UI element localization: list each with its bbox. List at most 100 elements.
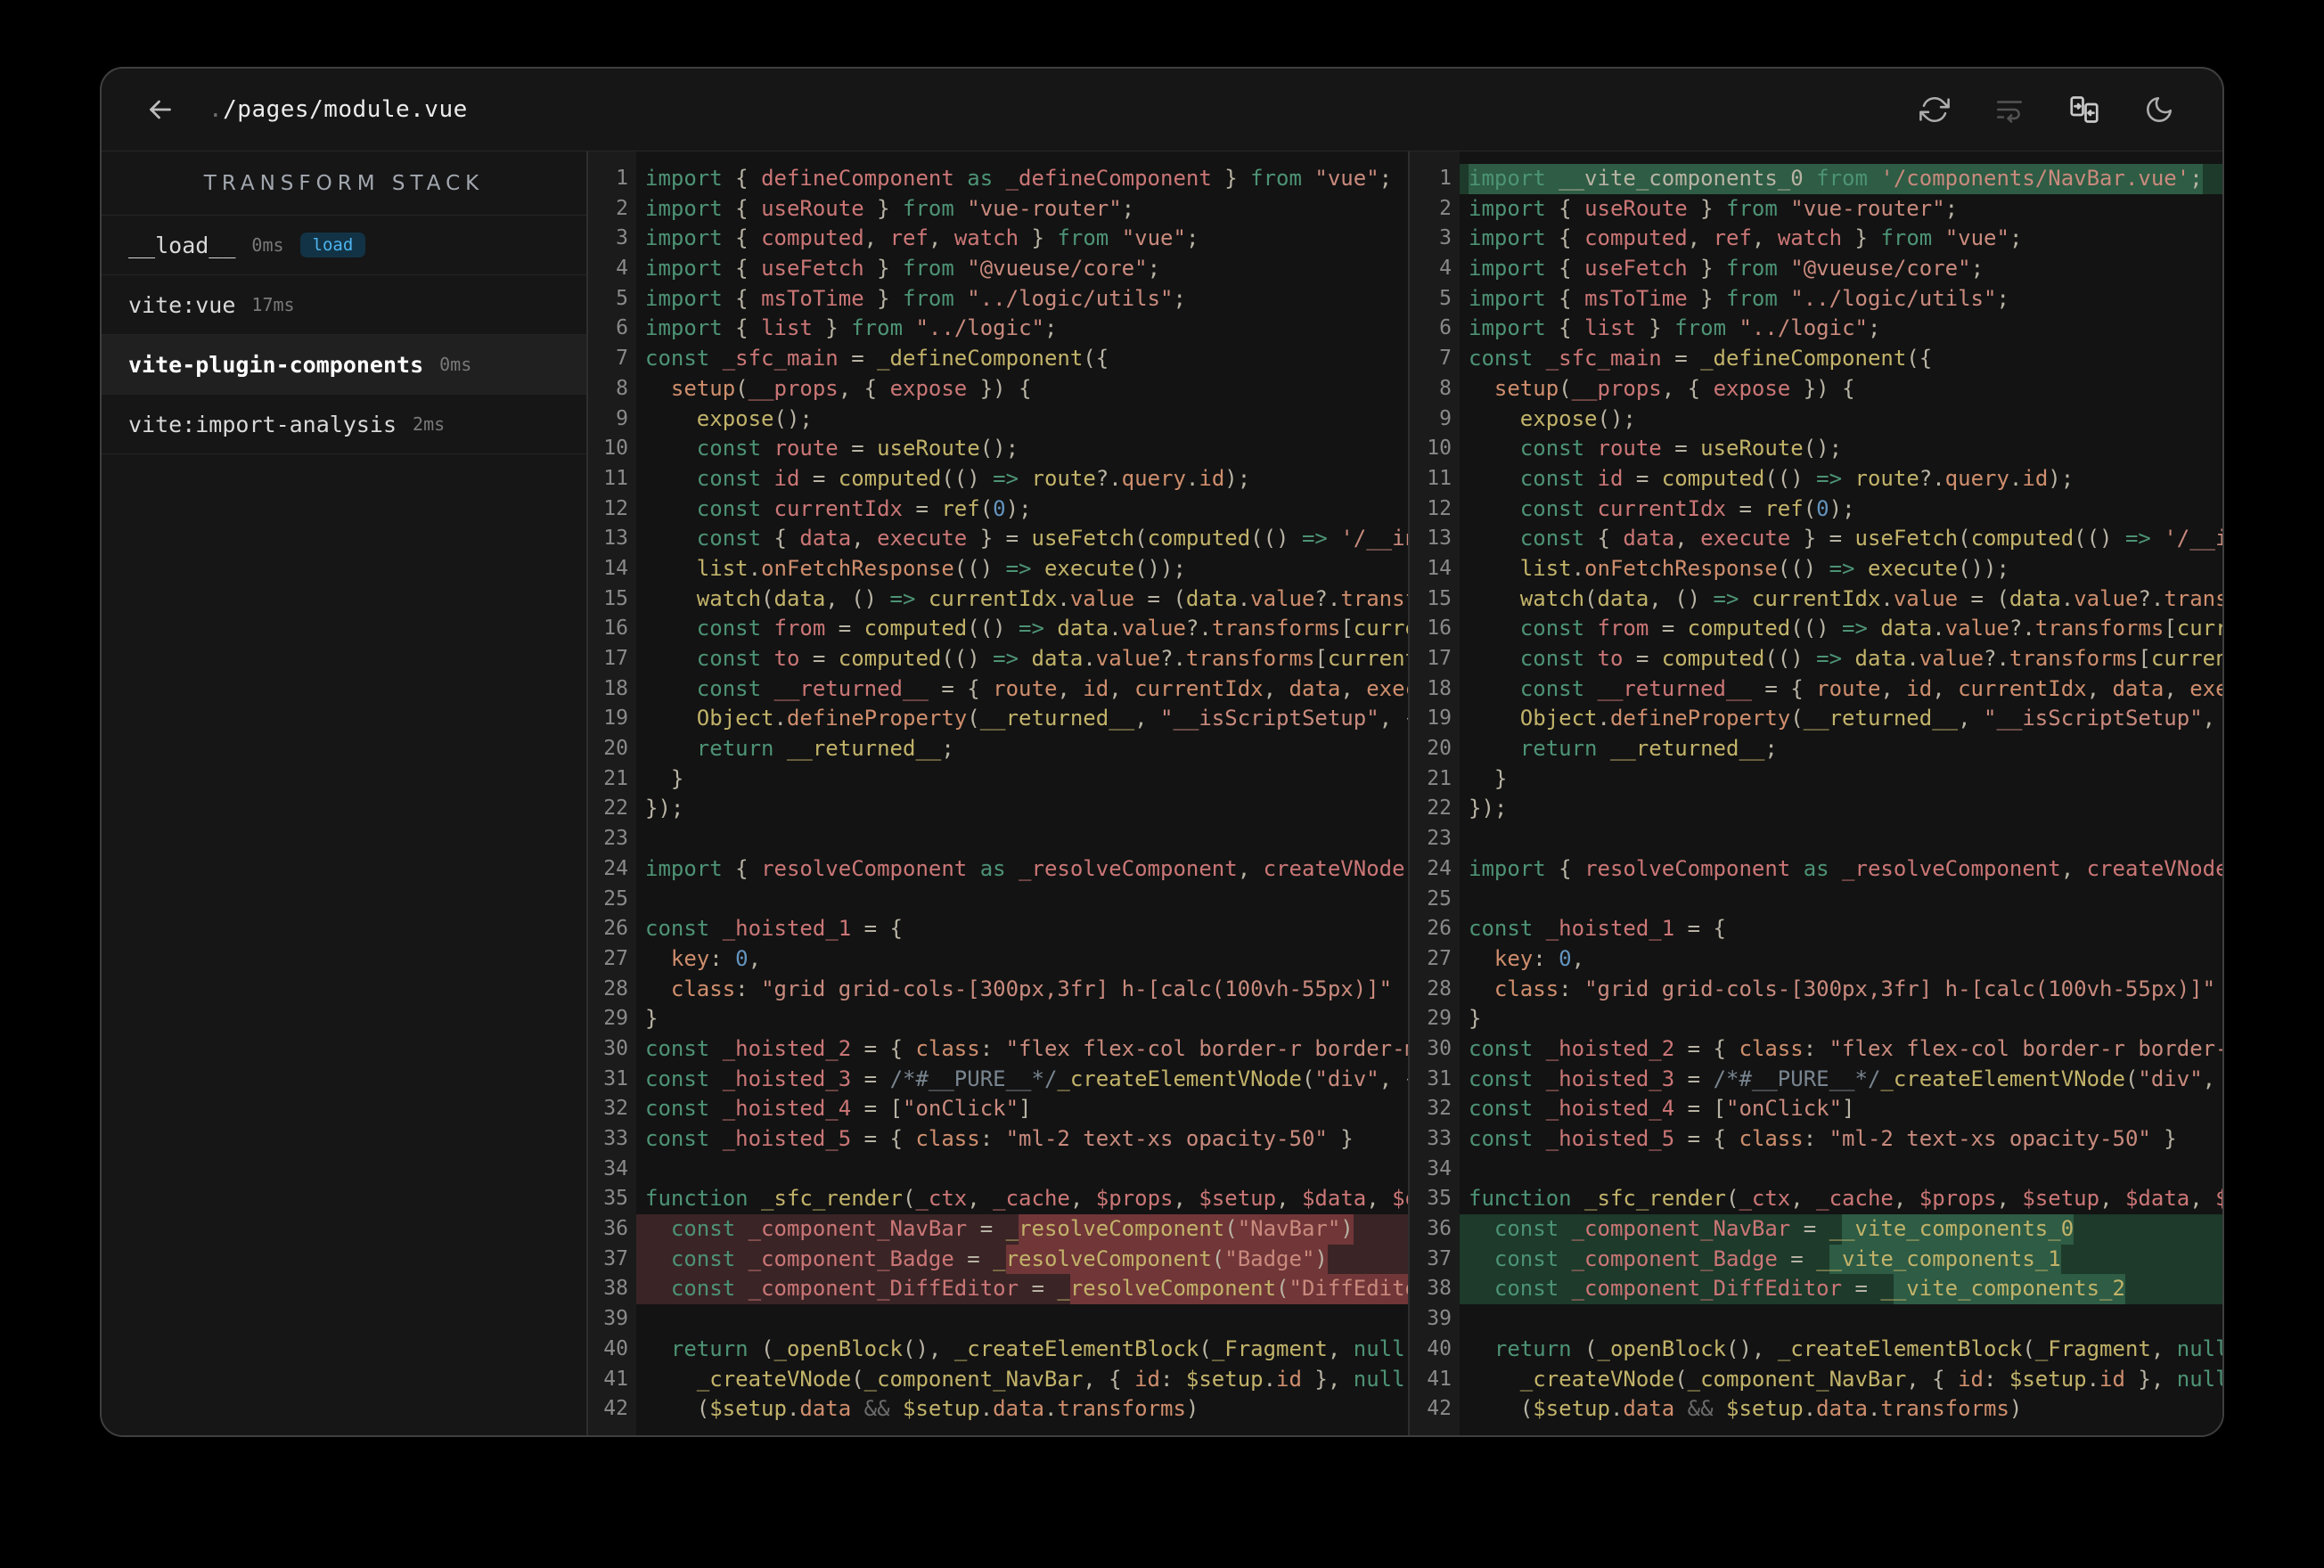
line-number: 2 (616, 196, 628, 220)
line-number: 36 (1427, 1217, 1452, 1241)
code-line: import { useRoute } from "vue-router"; (1469, 195, 1959, 221)
code-line: const route = useRoute(); (1519, 436, 1843, 461)
line-number: 11 (603, 466, 628, 490)
line-number: 13 (1427, 527, 1452, 551)
line-number: 13 (603, 527, 628, 551)
code-line: const _hoisted_1 = { (1469, 916, 1726, 942)
refresh-button[interactable] (1918, 93, 1952, 127)
code-line: const _hoisted_1 = { (645, 916, 903, 942)
back-button[interactable] (143, 92, 178, 127)
line-number: 38 (603, 1277, 628, 1301)
code-line: _createVNode(_component_NavBar, { id: $s… (1519, 1366, 2222, 1392)
line-number: 32 (603, 1097, 628, 1121)
diff-pane-before[interactable]: 1 2 3 4 5 6 7 8 9 10 11 12 13 14 15 16 17 18 19 20 21 22 23 24 2… (588, 151, 1408, 1435)
line-number: 26 (603, 917, 628, 941)
module-title-path: /pages/module.vue (223, 96, 468, 123)
line-number: 30 (603, 1036, 628, 1060)
code-line: } (1469, 765, 1508, 791)
line-number: 15 (603, 586, 628, 610)
code-line: const from = computed(() => data.value?.… (696, 616, 1408, 641)
code-line: import { list } from "../logic"; (645, 315, 1058, 341)
line-number: 39 (1427, 1307, 1452, 1331)
line-number: 22 (1427, 796, 1452, 821)
code-line: list.onFetchResponse(() => execute()); (1519, 555, 2009, 581)
line-number: 21 (603, 766, 628, 790)
code-line: function _sfc_render(_ctx, _cache, $prop… (1469, 1186, 2222, 1212)
line-number: 31 (1427, 1066, 1452, 1090)
sidebar-item-vite-plugin-components[interactable]: vite-plugin-components 0ms (102, 335, 586, 395)
line-number: 28 (1427, 976, 1452, 1000)
main-body: TRANSFORM STACK __load__ 0ms load vite:vue 1… (102, 151, 2222, 1435)
line-number: 8 (616, 376, 628, 400)
line-number: 25 (603, 886, 628, 911)
code-line: const __returned__ = { route, id, curren… (1519, 675, 2222, 701)
code-line: import { msToTime } from "../logic/utils… (1469, 285, 2009, 311)
line-number: 22 (603, 796, 628, 821)
line-number: 16 (1427, 617, 1452, 641)
inspect-window: ./pages/module.vue TRANSFORM STACK __loa… (100, 67, 2224, 1437)
line-number: 34 (603, 1156, 628, 1180)
transform-stack-sidebar: TRANSFORM STACK __load__ 0ms load vite:vue 1… (102, 151, 588, 1435)
code-line: key: 0, (670, 945, 762, 971)
code-line: function _sfc_render(_ctx, _cache, $prop… (645, 1186, 1408, 1212)
line-number: 2 (1439, 196, 1452, 220)
line-number: 35 (1427, 1187, 1452, 1211)
module-title: ./pages/module.vue (209, 96, 468, 123)
line-number: 37 (1427, 1246, 1452, 1270)
code-line: import { computed, ref, watch } from "vu… (1469, 225, 2023, 251)
line-number: 7 (616, 347, 628, 371)
compare-panels-button[interactable] (2067, 93, 2101, 127)
code-line: const _component_DiffEditor = _resolveCo… (636, 1274, 1408, 1305)
word-wrap-button[interactable] (1993, 93, 2026, 127)
code-line: const _component_DiffEditor = __vite_com… (1460, 1274, 2222, 1305)
line-number: 17 (1427, 647, 1452, 670)
code-line: const _hoisted_2 = { class: "flex flex-c… (645, 1035, 1408, 1061)
code-line: const _hoisted_3 = /*#__PURE__*/_createE… (1469, 1066, 2216, 1091)
line-number: 6 (1439, 316, 1452, 340)
sidebar-item-vite-import-analysis[interactable]: vite:import-analysis 2ms (102, 395, 586, 454)
code-line: }); (645, 796, 684, 821)
line-number: 10 (603, 437, 628, 461)
line-number: 5 (1439, 286, 1452, 310)
code-line: const { data, execute } = useFetch(compu… (696, 526, 1408, 551)
sidebar-item-load[interactable]: __load__ 0ms load (102, 216, 586, 275)
code-line: expose(); (696, 405, 813, 431)
line-number: 12 (1427, 496, 1452, 520)
plugin-time: 0ms (251, 234, 284, 256)
code-line: import __vite_components_0 from '/compon… (1460, 164, 2222, 194)
code-line: const _sfc_main = _defineComponent({ (645, 346, 1109, 372)
transform-stack-list: __load__ 0ms load vite:vue 17ms vite-plugin-c… (102, 216, 586, 454)
code-line: const from = computed(() => data.value?.… (1519, 616, 2222, 641)
code-line: const id = computed(() => route?.query.i… (1519, 465, 2074, 491)
compare-panels-icon (2070, 96, 2099, 123)
plugin-time: 17ms (251, 294, 295, 315)
sidebar-item-vite-vue[interactable]: vite:vue 17ms (102, 275, 586, 335)
line-number-gutter-after: 1 2 3 4 5 6 7 8 9 10 11 12 13 14 15 16 17 18 19 20 21 22 23 24 2… (1410, 151, 1460, 1435)
line-number: 19 (603, 706, 628, 731)
code-after[interactable]: import __vite_components_0 from '/compon… (1460, 151, 2222, 1435)
line-number: 38 (1427, 1277, 1452, 1301)
line-number: 20 (603, 737, 628, 761)
line-number: 20 (1427, 737, 1452, 761)
diff-pane-after[interactable]: 1 2 3 4 5 6 7 8 9 10 11 12 13 14 15 16 17 18 19 20 21 22 23 24 2… (1410, 151, 2222, 1435)
plugin-time: 0ms (439, 354, 472, 375)
topbar: ./pages/module.vue (102, 69, 2222, 151)
line-number: 26 (1427, 917, 1452, 941)
code-line: } (645, 765, 684, 791)
code-line: const _component_Badge = _resolveCompone… (636, 1244, 1408, 1275)
code-before[interactable]: import { defineComponent as _defineCompo… (636, 151, 1408, 1435)
line-number: 23 (603, 827, 628, 851)
line-number: 41 (1427, 1367, 1452, 1391)
line-number: 32 (1427, 1097, 1452, 1121)
code-line: class: "grid grid-cols-[300px,3fr] h-[ca… (1493, 976, 2216, 1001)
code-line: const _hoisted_5 = { class: "ml-2 text-x… (1469, 1126, 2177, 1151)
code-line: import { useRoute } from "vue-router"; (645, 195, 1135, 221)
line-number: 10 (1427, 437, 1452, 461)
theme-toggle-button[interactable] (2142, 93, 2176, 127)
line-number: 1 (1439, 167, 1452, 190)
code-line: setup(__props, { expose }) { (670, 375, 1032, 401)
